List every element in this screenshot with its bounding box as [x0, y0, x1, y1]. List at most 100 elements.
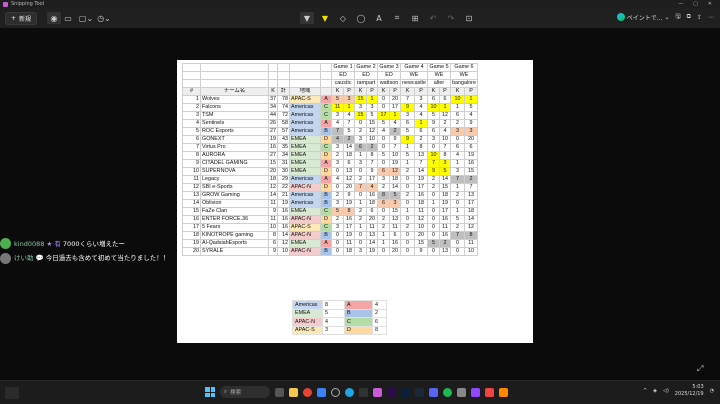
game-score-cell: 20: [343, 183, 355, 192]
redo-icon[interactable]: ↷: [444, 12, 458, 24]
ballpoint-pen-icon[interactable]: ▼: [300, 12, 314, 24]
spotify-icon[interactable]: [443, 387, 452, 397]
chrome-icon[interactable]: [303, 387, 312, 397]
edge-icon[interactable]: [345, 387, 354, 397]
bell-icon[interactable]: ◔: [710, 388, 714, 394]
task-view-icon[interactable]: [275, 387, 284, 397]
snipping-tool-icon[interactable]: [373, 387, 382, 397]
game-score-cell: 5: [377, 119, 390, 128]
col-header: P: [343, 87, 355, 96]
app-icon[interactable]: [499, 387, 508, 397]
summary-count: 4: [322, 317, 345, 327]
app-icon[interactable]: [317, 387, 326, 397]
windows-start-icon[interactable]: [205, 387, 215, 397]
rank-cell: 13: [182, 191, 201, 200]
region-cell: Americas: [289, 175, 321, 184]
game-score-cell: 0: [377, 135, 390, 144]
game-score-cell: 12: [389, 167, 401, 176]
game-score-cell: 13: [389, 215, 401, 224]
blank-cell: [277, 79, 290, 88]
ruler-icon[interactable]: ⊞: [408, 12, 422, 24]
steam-icon[interactable]: [415, 387, 424, 397]
file-explorer-icon[interactable]: [289, 387, 298, 397]
chat-username: けい助: [14, 254, 34, 262]
highlighter-icon[interactable]: ▼: [318, 12, 332, 24]
summary-row: Americas 8 A 4: [292, 300, 387, 310]
more-icon[interactable]: ⋯: [708, 14, 714, 21]
game-score-cell: 5: [399, 127, 416, 136]
minimize-button[interactable]: —: [678, 1, 683, 7]
game-score-cell: 12: [343, 175, 355, 184]
maximize-button[interactable]: ▢: [693, 1, 698, 7]
game-score-cell: 0: [377, 159, 390, 168]
undo-icon[interactable]: ↶: [426, 12, 440, 24]
premiere-icon[interactable]: [387, 387, 396, 397]
crop-icon[interactable]: ⌗: [390, 12, 404, 24]
eraser-icon[interactable]: ◇: [336, 12, 350, 24]
game-score-cell: 10: [438, 135, 451, 144]
shapes-icon[interactable]: ◯: [354, 12, 368, 24]
save-icon[interactable]: 🖫: [676, 12, 681, 22]
game-score-cell: 11: [331, 103, 344, 112]
game-score-cell: 0: [377, 103, 390, 112]
game-score-cell: 1: [426, 199, 440, 208]
terminal-icon[interactable]: [359, 387, 368, 397]
chevron-up-icon[interactable]: ^: [643, 388, 647, 394]
game-score-cell: 12: [464, 223, 478, 232]
game-score-cell: 10: [426, 151, 440, 160]
game-score-cell: 5: [343, 127, 355, 136]
app-icon[interactable]: [457, 387, 466, 397]
game-score-cell: 8: [464, 231, 478, 240]
widgets-icon[interactable]: [5, 387, 19, 399]
game-score-cell: 7: [426, 159, 440, 168]
kills-cell: 34: [268, 103, 278, 112]
notification-icon[interactable]: ⤢: [697, 364, 703, 374]
delay-timer-icon[interactable]: ◷⌄: [97, 12, 111, 24]
app-icon[interactable]: [485, 387, 494, 397]
taskbar-apps: ⌕ 検索: [205, 386, 508, 398]
open-in-paint-button[interactable]: ペイントで... ⌄: [616, 13, 670, 22]
total-cell: 16: [277, 223, 290, 232]
rank-cell: 5: [182, 127, 201, 136]
volume-icon[interactable]: ◁): [663, 388, 669, 394]
game-score-cell: 3: [399, 111, 416, 120]
game-score-cell: 4: [343, 111, 355, 120]
game-score-cell: 0: [377, 95, 390, 104]
video-mode-icon[interactable]: ▭: [61, 12, 75, 24]
column-header-row: # チーム名 K 計地域 K P K P K P K P K P K P: [182, 87, 478, 96]
game-score-cell: 11: [438, 223, 451, 232]
share-icon[interactable]: ⇪: [697, 14, 702, 21]
clock[interactable]: 5:03 2025/12/19: [675, 384, 704, 398]
kills-cell: 44: [268, 111, 278, 120]
col-header: チーム名: [200, 87, 269, 96]
game-score-cell: 19: [343, 231, 355, 240]
taskbar-search[interactable]: ⌕ 検索: [220, 386, 270, 398]
game-score-cell: 10: [464, 247, 478, 256]
total-cell: 43: [277, 135, 290, 144]
close-button[interactable]: ✕: [708, 1, 712, 7]
blank-cell: [182, 71, 201, 80]
rank-cell: 14: [182, 199, 201, 208]
team-name-cell: GROW Gaming: [200, 191, 269, 200]
group-cell: D: [320, 183, 332, 192]
obs-icon[interactable]: [331, 387, 340, 397]
avatar: [0, 253, 11, 264]
summary-group: D: [344, 325, 373, 335]
text-icon[interactable]: A: [372, 12, 386, 24]
blank-cell: [289, 79, 321, 88]
game-score-cell: 12: [438, 111, 451, 120]
region-cell: APAC-N: [289, 215, 321, 224]
network-icon[interactable]: ◈: [653, 388, 657, 394]
game-score-cell: 0: [331, 167, 344, 176]
copy-icon[interactable]: ⧉: [687, 13, 691, 21]
ocr-icon[interactable]: ⊡: [462, 12, 476, 24]
camera-mode-icon[interactable]: ◉: [47, 12, 62, 24]
discord-icon[interactable]: [429, 387, 438, 397]
photoshop-icon[interactable]: [401, 387, 410, 397]
team-name-cell: Wolves: [200, 95, 269, 104]
game-score-cell: 0: [449, 247, 466, 256]
twitch-icon[interactable]: [471, 387, 480, 397]
col-header: P: [438, 87, 451, 96]
new-snip-button[interactable]: + 新規: [5, 11, 38, 25]
snip-shape-icon[interactable]: ▢⌄: [79, 12, 93, 24]
